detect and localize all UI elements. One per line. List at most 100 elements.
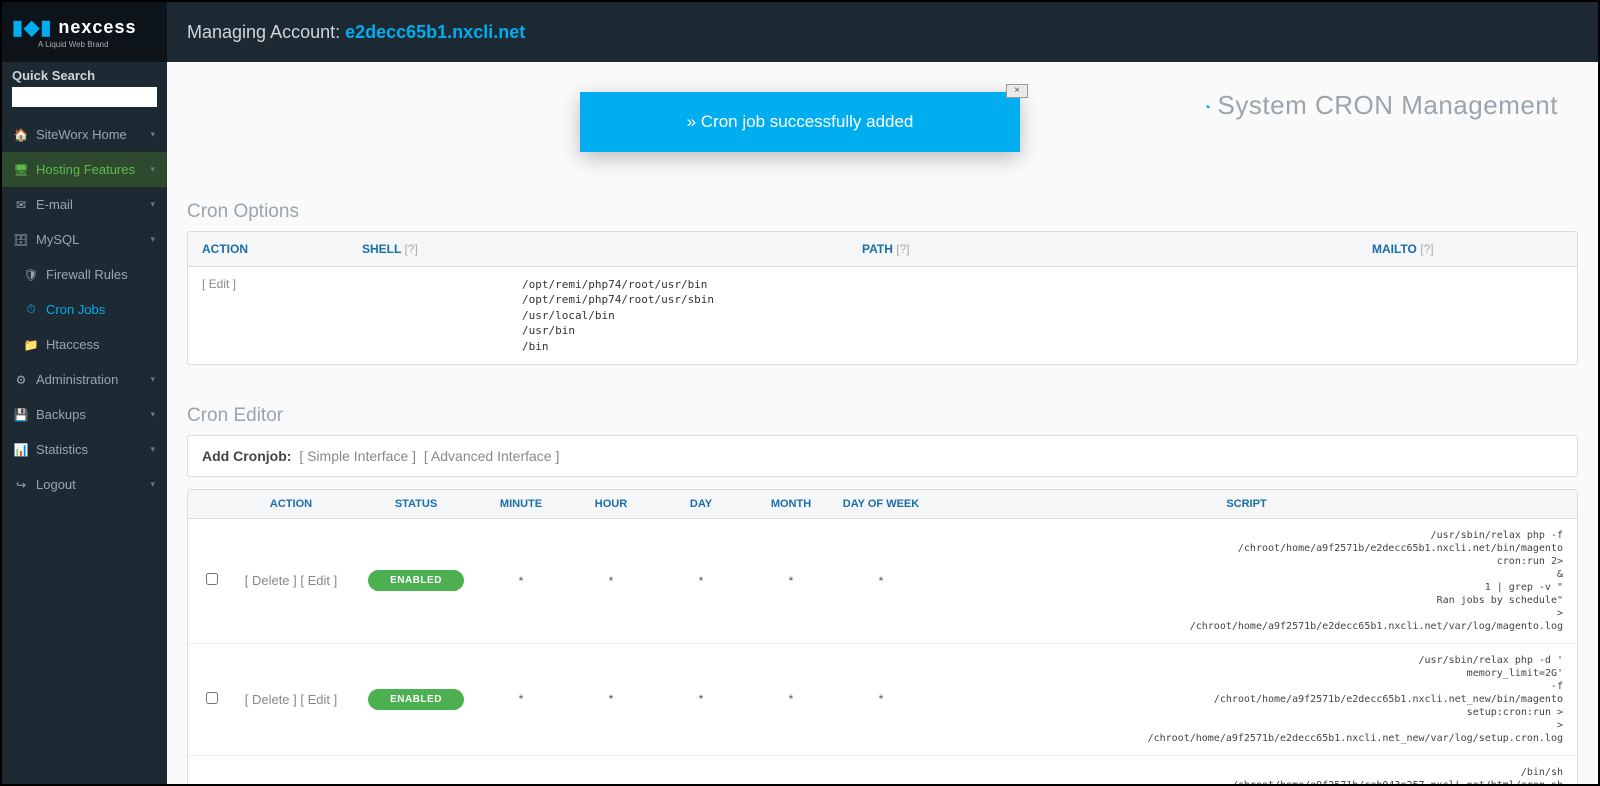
help-icon[interactable]: [?] xyxy=(404,242,417,256)
col-shell: SHELL xyxy=(362,242,401,256)
cron-jobs-table: ACTION STATUS MINUTE HOUR DAY MONTH DAY … xyxy=(187,489,1578,784)
chevron-down-icon: ▾ xyxy=(150,374,155,385)
help-icon[interactable]: [?] xyxy=(896,242,909,256)
col-minute[interactable]: MINUTE xyxy=(476,498,566,510)
cell-hour: * xyxy=(566,574,656,588)
topbar: ▮◆▮ nexcess A Liquid Web Brand Managing A… xyxy=(2,2,1598,62)
firewall-rules-icon: 🛡 xyxy=(24,268,38,282)
sidebar: Quick Search 🏠 SiteWorx Home ▾ 🖥 Hosting Fea… xyxy=(2,62,167,784)
sidebar-item-administration[interactable]: ⚙ Administration ▾ xyxy=(2,362,167,397)
sidebar-item-label: SiteWorx Home xyxy=(36,127,127,142)
cell-day: * xyxy=(656,574,746,588)
col-mailto: MAILTO xyxy=(1372,242,1417,256)
edit-options-link[interactable]: [ Edit ] xyxy=(202,277,362,354)
sidebar-item-label: Cron Jobs xyxy=(46,302,105,317)
hosting-features-icon: 🖥 xyxy=(14,163,28,177)
cell-month: * xyxy=(746,574,836,588)
col-path: PATH xyxy=(862,242,893,256)
row-checkbox[interactable] xyxy=(206,692,218,704)
col-status[interactable]: STATUS xyxy=(356,498,476,510)
status-badge[interactable]: ENABLED xyxy=(368,689,464,710)
cell-dow: * xyxy=(836,574,926,588)
chevron-down-icon: ▾ xyxy=(150,199,155,210)
cell-script: /usr/sbin/relax php -f /chroot/home/a9f2… xyxy=(926,529,1567,633)
close-icon[interactable]: × xyxy=(1006,84,1028,98)
col-day[interactable]: DAY xyxy=(656,498,746,510)
sidebar-item-cron-jobs[interactable]: ⏱ Cron Jobs xyxy=(2,292,167,327)
sidebar-item-label: Hosting Features xyxy=(36,162,135,177)
quick-search-input[interactable] xyxy=(12,87,157,107)
administration-icon: ⚙ xyxy=(14,373,28,387)
delete-link[interactable]: [ Delete ] xyxy=(245,692,297,707)
table-row: [ Delete ] [ Edit ]ENABLED*****/usr/sbin… xyxy=(188,644,1577,756)
sidebar-item-label: Administration xyxy=(36,372,118,387)
sidebar-item-backups[interactable]: 💾 Backups ▾ xyxy=(2,397,167,432)
col-month[interactable]: MONTH xyxy=(746,498,836,510)
sidebar-item-label: MySQL xyxy=(36,232,79,247)
siteworx-home-icon: 🏠 xyxy=(14,128,28,142)
col-action: ACTION xyxy=(202,242,362,256)
chevron-down-icon: ▾ xyxy=(150,129,155,140)
chevron-down-icon: ▾ xyxy=(150,479,155,490)
sidebar-item-mysql[interactable]: 🗄 MySQL ▾ xyxy=(2,222,167,257)
delete-link[interactable]: [ Delete ] xyxy=(245,573,297,588)
col-hour[interactable]: HOUR xyxy=(566,498,656,510)
sidebar-item-siteworx-home[interactable]: 🏠 SiteWorx Home ▾ xyxy=(2,117,167,152)
sidebar-item-label: Htaccess xyxy=(46,337,99,352)
simple-interface-link[interactable]: [ Simple Interface ] xyxy=(299,448,416,464)
sidebar-item-htaccess[interactable]: 📁 Htaccess xyxy=(2,327,167,362)
edit-link[interactable]: [ Edit ] xyxy=(300,573,337,588)
advanced-interface-link[interactable]: [ Advanced Interface ] xyxy=(424,448,559,464)
cell-day: * xyxy=(656,692,746,706)
page-title: System CRON Management xyxy=(1218,90,1558,120)
cell-month: * xyxy=(746,692,836,706)
sidebar-item-label: Backups xyxy=(36,407,86,422)
logout-icon: ↪ xyxy=(14,478,28,492)
htaccess-icon: 📁 xyxy=(24,338,38,352)
row-checkbox[interactable] xyxy=(206,573,218,585)
sidebar-item-label: Logout xyxy=(36,477,76,492)
logo-tagline: A Liquid Web Brand xyxy=(12,40,167,49)
sidebar-item-e-mail[interactable]: ✉E-mail▾ xyxy=(2,187,167,222)
main-content: ◔System CRON Management Cron Options ACT… xyxy=(167,62,1598,784)
account-name[interactable]: e2decc65b1.nxcli.net xyxy=(345,22,525,42)
cell-hour: * xyxy=(566,692,656,706)
help-icon[interactable]: [?] xyxy=(1420,242,1433,256)
e-mail-icon: ✉ xyxy=(14,198,28,212)
cron-options-panel: ACTION SHELL [?] PATH [?] MAILTO [?] [ E… xyxy=(187,231,1578,365)
cell-minute: * xyxy=(476,574,566,588)
managing-account: Managing Account: e2decc65b1.nxcli.net xyxy=(167,22,525,43)
cron-editor-panel: Add Cronjob: [ Simple Interface ] [ Adva… xyxy=(187,435,1578,477)
table-row: [ Delete ] [ Edit ]ENABLED*/5****/bin/sh… xyxy=(188,756,1577,784)
mysql-icon: 🗄 xyxy=(14,233,28,247)
shell-paths: /opt/remi/php74/root/usr/bin /opt/remi/p… xyxy=(362,277,862,354)
cron-jobs-icon: ⏱ xyxy=(24,303,38,317)
table-row: [ Delete ] [ Edit ]ENABLED*****/usr/sbin… xyxy=(188,519,1577,644)
quick-search-label: Quick Search xyxy=(2,62,167,87)
chevron-down-icon: ▾ xyxy=(150,444,155,455)
cron-editor-title: Cron Editor xyxy=(167,365,1598,435)
backups-icon: 💾 xyxy=(14,408,28,422)
chevron-down-icon: ▾ xyxy=(150,164,155,175)
logo-brand: nexcess xyxy=(58,17,136,38)
sidebar-item-logout[interactable]: ↪ Logout ▾ xyxy=(2,467,167,502)
edit-link[interactable]: [ Edit ] xyxy=(300,692,337,707)
col-script[interactable]: SCRIPT xyxy=(926,498,1567,510)
add-cronjob-label: Add Cronjob: xyxy=(202,448,291,464)
success-toast: × » Cron job successfully added xyxy=(580,92,1020,152)
sidebar-item-firewall-rules[interactable]: 🛡Firewall Rules xyxy=(2,257,167,292)
col-dow[interactable]: DAY OF WEEK xyxy=(836,498,926,510)
col-action[interactable]: ACTION xyxy=(226,498,356,510)
chevron-down-icon: ▾ xyxy=(150,409,155,420)
sidebar-item-hosting-features[interactable]: 🖥 Hosting Features ▾ xyxy=(2,152,167,187)
sidebar-item-statistics[interactable]: 📊 Statistics ▾ xyxy=(2,432,167,467)
status-badge[interactable]: ENABLED xyxy=(368,570,464,591)
toast-message: » Cron job successfully added xyxy=(687,112,914,131)
statistics-icon: 📊 xyxy=(14,443,28,457)
chevron-down-icon: ▾ xyxy=(150,234,155,245)
cell-script: /bin/sh /chroot/home/a9f2571b/cab043e257… xyxy=(926,766,1567,784)
logo[interactable]: ▮◆▮ nexcess A Liquid Web Brand xyxy=(2,2,167,62)
cell-dow: * xyxy=(836,692,926,706)
sidebar-item-label: Statistics xyxy=(36,442,88,457)
logo-icon: ▮◆▮ xyxy=(12,15,52,40)
